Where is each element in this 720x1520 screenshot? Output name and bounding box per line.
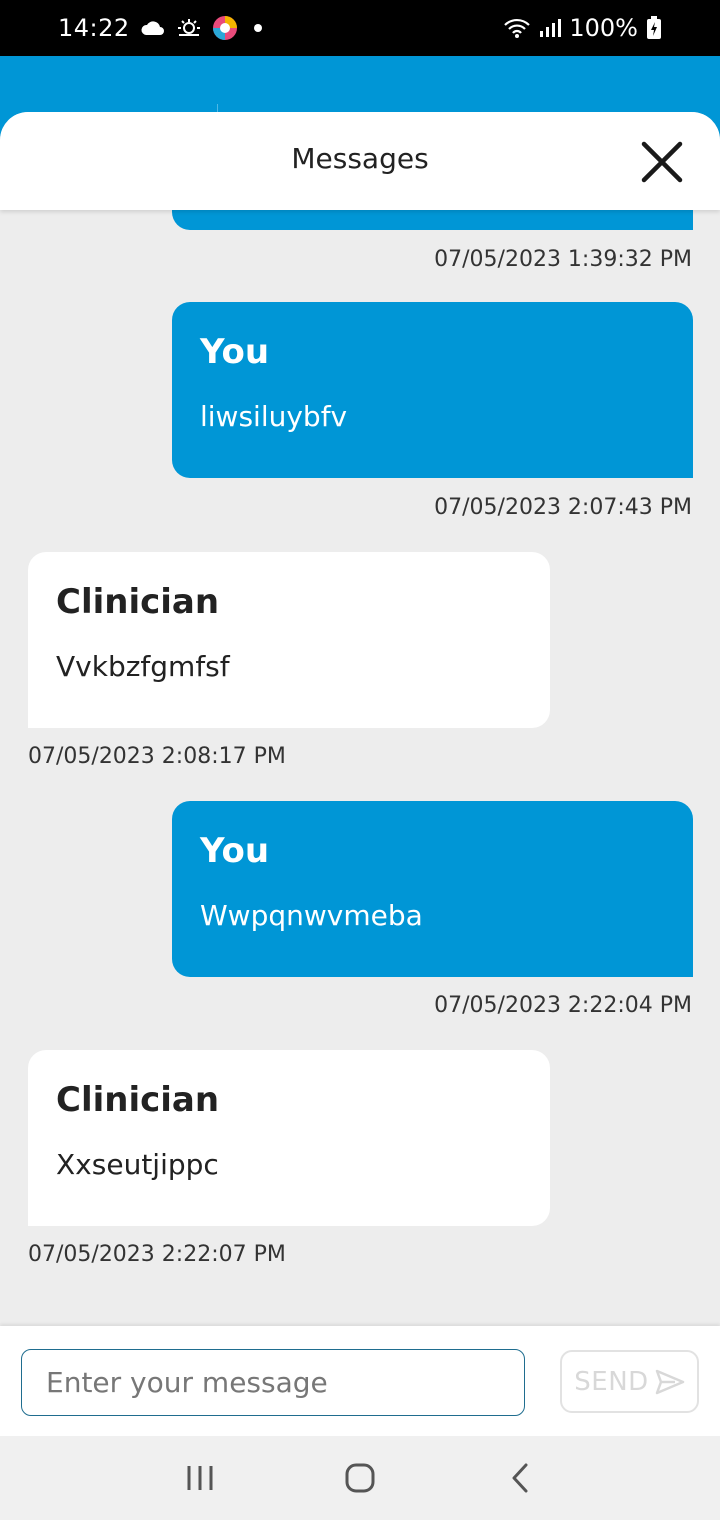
system-nav-bar <box>0 1436 720 1520</box>
message-bubble-clinician: Clinician Vvkbzfgmfsf <box>28 552 550 728</box>
message-text: liwsiluybfv <box>200 400 348 433</box>
home-button[interactable] <box>330 1448 390 1508</box>
battery-charging-icon <box>646 16 662 40</box>
close-icon <box>641 141 683 183</box>
battery-percent: 100% <box>569 14 638 42</box>
message-bubble-you: You Wwpqnwvmeba <box>172 801 693 977</box>
recents-icon <box>187 1466 213 1490</box>
message-sender: Clinician <box>56 582 220 622</box>
message-input[interactable] <box>21 1349 525 1416</box>
status-bar: 14:22 100% <box>0 0 720 56</box>
status-time: 14:22 <box>58 14 130 42</box>
composer-bar: SEND <box>0 1326 720 1436</box>
message-bubble-you: You liwsiluybfv <box>172 302 693 478</box>
message-bubble-clinician: Clinician Xxseutjippc <box>28 1050 550 1226</box>
messages-sheet: Messages 07/05/2023 1:39:32 PM You liwsi… <box>0 112 720 1520</box>
wifi-icon <box>503 17 531 39</box>
send-button[interactable]: SEND <box>560 1350 699 1413</box>
page-title: Messages <box>291 142 429 175</box>
sheet-header: Messages <box>0 112 720 210</box>
message-timestamp: 07/05/2023 2:22:07 PM <box>28 1242 286 1267</box>
send-arrow-icon <box>655 1369 684 1394</box>
message-timestamp: 07/05/2023 2:22:04 PM <box>434 993 692 1018</box>
message-timestamp: 07/05/2023 2:07:43 PM <box>434 495 692 520</box>
back-icon <box>512 1463 528 1493</box>
signal-icon <box>539 17 562 39</box>
message-timestamp: 07/05/2023 1:39:32 PM <box>434 247 692 272</box>
message-sender: Clinician <box>56 1080 220 1120</box>
close-button[interactable] <box>640 140 684 184</box>
app-notification-icon <box>212 15 238 41</box>
message-sender: You <box>200 831 270 871</box>
recents-button[interactable] <box>170 1448 230 1508</box>
home-icon <box>345 1463 375 1493</box>
message-sender: You <box>200 332 270 372</box>
notification-dot-icon <box>253 24 262 32</box>
cloud-icon <box>140 19 166 37</box>
send-label: SEND <box>574 1366 649 1397</box>
message-text: Xxseutjippc <box>56 1148 219 1181</box>
screen: 14:22 100% Messages 07/05/2023 1:39:32 P… <box>0 0 720 1520</box>
message-text: Vvkbzfgmfsf <box>56 650 230 683</box>
back-button[interactable] <box>490 1448 550 1508</box>
message-text: Wwpqnwvmeba <box>200 899 423 932</box>
weather-icon <box>176 17 202 39</box>
message-timestamp: 07/05/2023 2:08:17 PM <box>28 744 286 769</box>
